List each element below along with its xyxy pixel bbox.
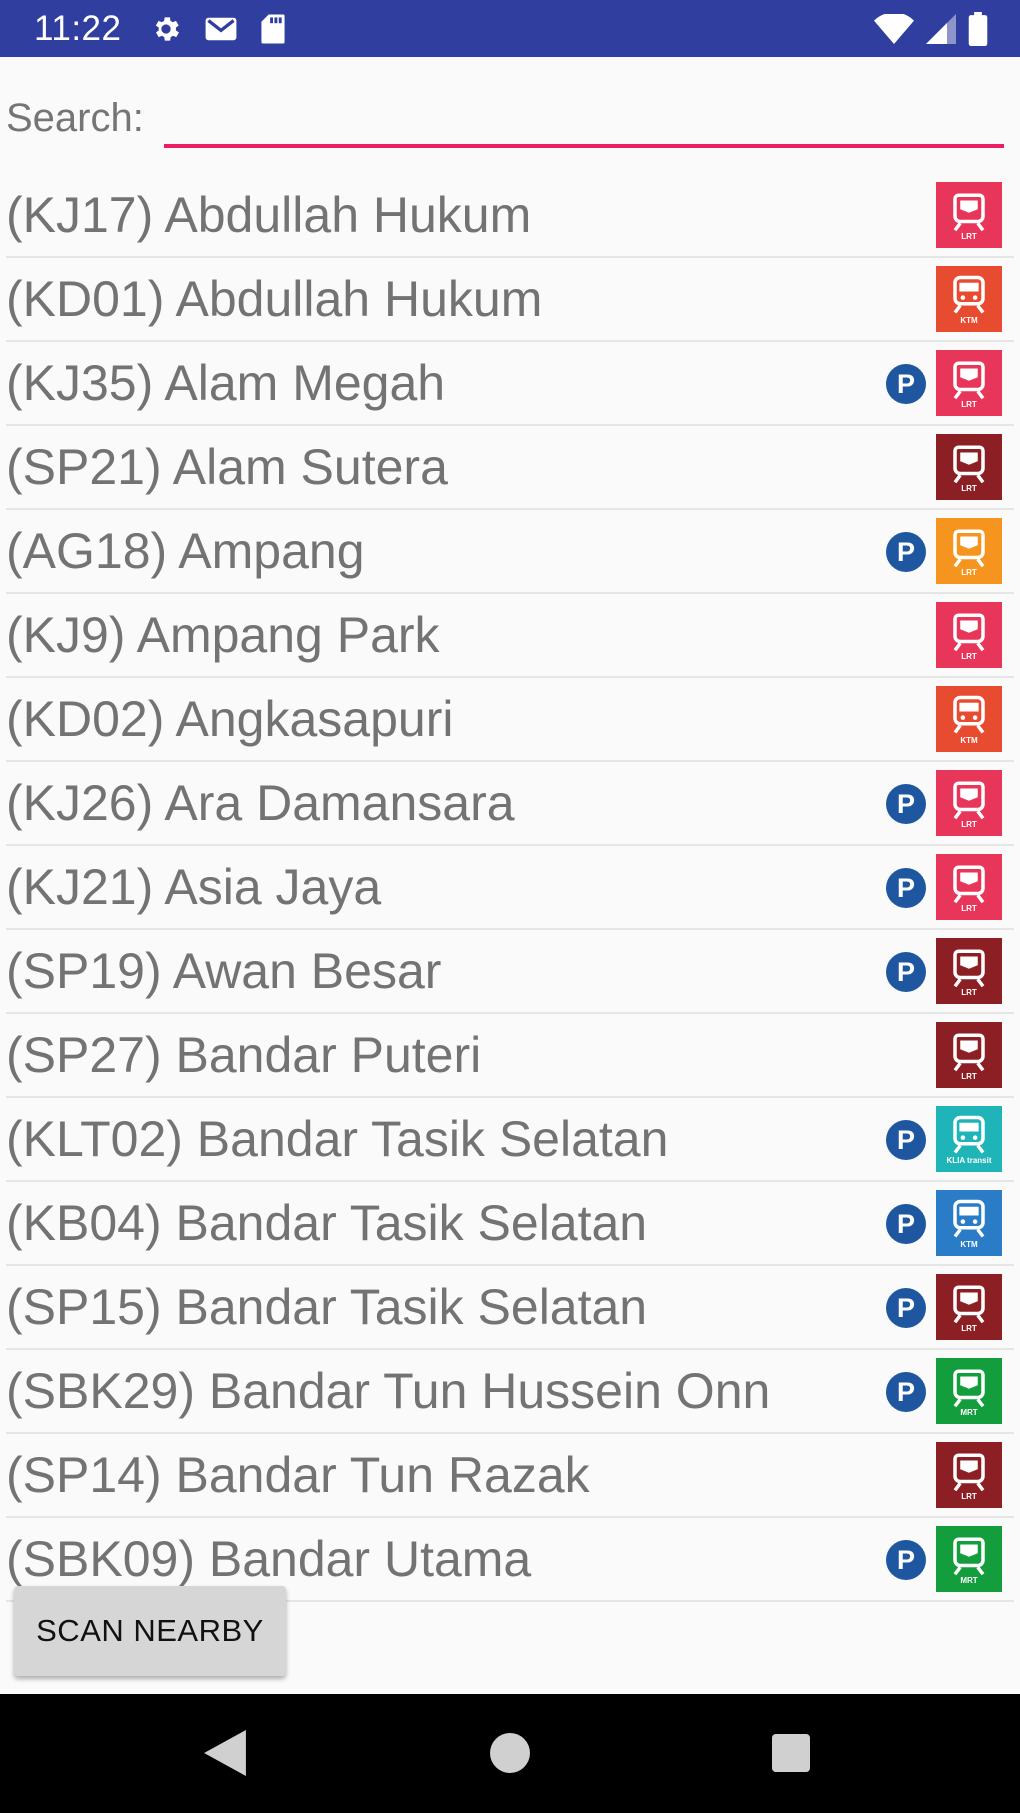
train-line-label: LRT: [961, 1323, 977, 1333]
train-line-label: KTM: [960, 1239, 978, 1249]
train-line-label: LRT: [961, 987, 977, 997]
home-icon[interactable]: [485, 1728, 535, 1778]
battery-icon: [968, 11, 988, 46]
train-line-icon: LRT: [936, 770, 1002, 836]
station-name: (KJ21) Asia Jaya: [6, 859, 382, 915]
train-line-icon: LRT: [936, 518, 1002, 584]
train-line-icon: KLIA transit: [936, 1106, 1002, 1172]
train-line-label: MRT: [960, 1575, 978, 1585]
station-row[interactable]: (SP14) Bandar Tun Razak LRT: [6, 1434, 1014, 1518]
back-icon[interactable]: [200, 1728, 250, 1778]
settings-icon: [150, 13, 182, 45]
station-row[interactable]: (KLT02) Bandar Tasik Selatan P KLIA transi…: [6, 1098, 1014, 1182]
recents-icon[interactable]: [766, 1728, 816, 1778]
parking-icon: P: [886, 532, 926, 572]
station-row[interactable]: (KJ21) Asia Jaya P LRT: [6, 846, 1014, 930]
train-line-icon: KTM: [936, 1190, 1002, 1256]
station-name: (SP15) Bandar Tasik Selatan: [6, 1279, 648, 1335]
station-row[interactable]: (SP15) Bandar Tasik Selatan P LRT: [6, 1266, 1014, 1350]
train-line-icon: KTM: [936, 266, 1002, 332]
train-line-label: LRT: [961, 1491, 977, 1501]
train-line-label: LRT: [961, 483, 977, 493]
scan-nearby-button[interactable]: SCAN NEARBY: [14, 1586, 286, 1676]
search-label: Search:: [6, 96, 144, 140]
train-line-icon: LRT: [936, 350, 1002, 416]
station-row[interactable]: (AG18) Ampang P LRT: [6, 510, 1014, 594]
train-line-icon: LRT: [936, 1022, 1002, 1088]
train-line-label: LRT: [961, 1071, 977, 1081]
train-line-icon: LRT: [936, 1442, 1002, 1508]
train-line-label: LRT: [961, 819, 977, 829]
station-row[interactable]: (KB04) Bandar Tasik Selatan P KTM: [6, 1182, 1014, 1266]
train-line-label: LRT: [961, 567, 977, 577]
station-list[interactable]: (KJ17) Abdullah Hukum LRT (KD01) Abdullah …: [0, 174, 1020, 1602]
station-name: (SP19) Awan Besar: [6, 943, 442, 999]
parking-icon: P: [886, 1372, 926, 1412]
station-name: (SP14) Bandar Tun Razak: [6, 1447, 590, 1503]
station-row[interactable]: (KD01) Abdullah Hukum KTM: [6, 258, 1014, 342]
train-line-icon: LRT: [936, 1274, 1002, 1340]
train-line-label: LRT: [961, 651, 977, 661]
wifi-icon: [874, 13, 914, 44]
train-line-label: LRT: [961, 903, 977, 913]
train-line-label: KTM: [960, 315, 978, 325]
train-line-icon: LRT: [936, 938, 1002, 1004]
navigation-bar: [0, 1694, 1020, 1813]
train-line-icon: MRT: [936, 1526, 1002, 1592]
station-row[interactable]: (KJ9) Ampang Park LRT: [6, 594, 1014, 678]
station-name: (SP27) Bandar Puteri: [6, 1027, 482, 1083]
status-bar: 11:22: [0, 0, 1020, 57]
parking-icon: P: [886, 1288, 926, 1328]
station-name: (SBK09) Bandar Utama: [6, 1531, 532, 1587]
station-name: (KJ17) Abdullah Hukum: [6, 187, 532, 243]
train-line-icon: MRT: [936, 1358, 1002, 1424]
station-row[interactable]: (SBK29) Bandar Tun Hussein Onn P MRT: [6, 1350, 1014, 1434]
search-input[interactable]: [164, 90, 1004, 148]
train-line-icon: LRT: [936, 434, 1002, 500]
station-row[interactable]: (SP19) Awan Besar P LRT: [6, 930, 1014, 1014]
sd-card-icon: [260, 13, 286, 45]
train-line-label: LRT: [961, 399, 977, 409]
system-icons: [874, 11, 988, 46]
station-row[interactable]: (KJ35) Alam Megah P LRT: [6, 342, 1014, 426]
gmail-icon: [204, 15, 238, 43]
parking-icon: P: [886, 868, 926, 908]
train-line-label: KTM: [960, 735, 978, 745]
station-name: (SP21) Alam Sutera: [6, 439, 448, 495]
station-name: (KJ9) Ampang Park: [6, 607, 440, 663]
parking-icon: P: [886, 1204, 926, 1244]
station-name: (KLT02) Bandar Tasik Selatan: [6, 1111, 669, 1167]
notification-icons: [150, 13, 286, 45]
train-line-icon: LRT: [936, 854, 1002, 920]
status-time: 11:22: [34, 8, 122, 48]
station-row[interactable]: (SP27) Bandar Puteri LRT: [6, 1014, 1014, 1098]
parking-icon: P: [886, 364, 926, 404]
train-line-icon: LRT: [936, 602, 1002, 668]
train-line-label: KLIA transit: [946, 1155, 992, 1165]
search-row: Search:: [0, 86, 1020, 158]
station-name: (KB04) Bandar Tasik Selatan: [6, 1195, 648, 1251]
station-name: (KD01) Abdullah Hukum: [6, 271, 543, 327]
station-name: (KJ26) Ara Damansara: [6, 775, 515, 831]
signal-icon: [926, 13, 956, 44]
station-row[interactable]: (KJ26) Ara Damansara P LRT: [6, 762, 1014, 846]
train-line-icon: KTM: [936, 686, 1002, 752]
train-line-label: LRT: [961, 231, 977, 241]
train-line-icon: LRT: [936, 182, 1002, 248]
station-name: (KJ35) Alam Megah: [6, 355, 446, 411]
parking-icon: P: [886, 784, 926, 824]
station-row[interactable]: (SP21) Alam Sutera LRT: [6, 426, 1014, 510]
station-row[interactable]: (KD02) Angkasapuri KTM: [6, 678, 1014, 762]
train-line-label: MRT: [960, 1407, 978, 1417]
station-name: (SBK29) Bandar Tun Hussein Onn: [6, 1363, 771, 1419]
station-row[interactable]: (KJ17) Abdullah Hukum LRT: [6, 174, 1014, 258]
station-name: (AG18) Ampang: [6, 523, 365, 579]
parking-icon: P: [886, 952, 926, 992]
parking-icon: P: [886, 1120, 926, 1160]
parking-icon: P: [886, 1540, 926, 1580]
station-name: (KD02) Angkasapuri: [6, 691, 454, 747]
